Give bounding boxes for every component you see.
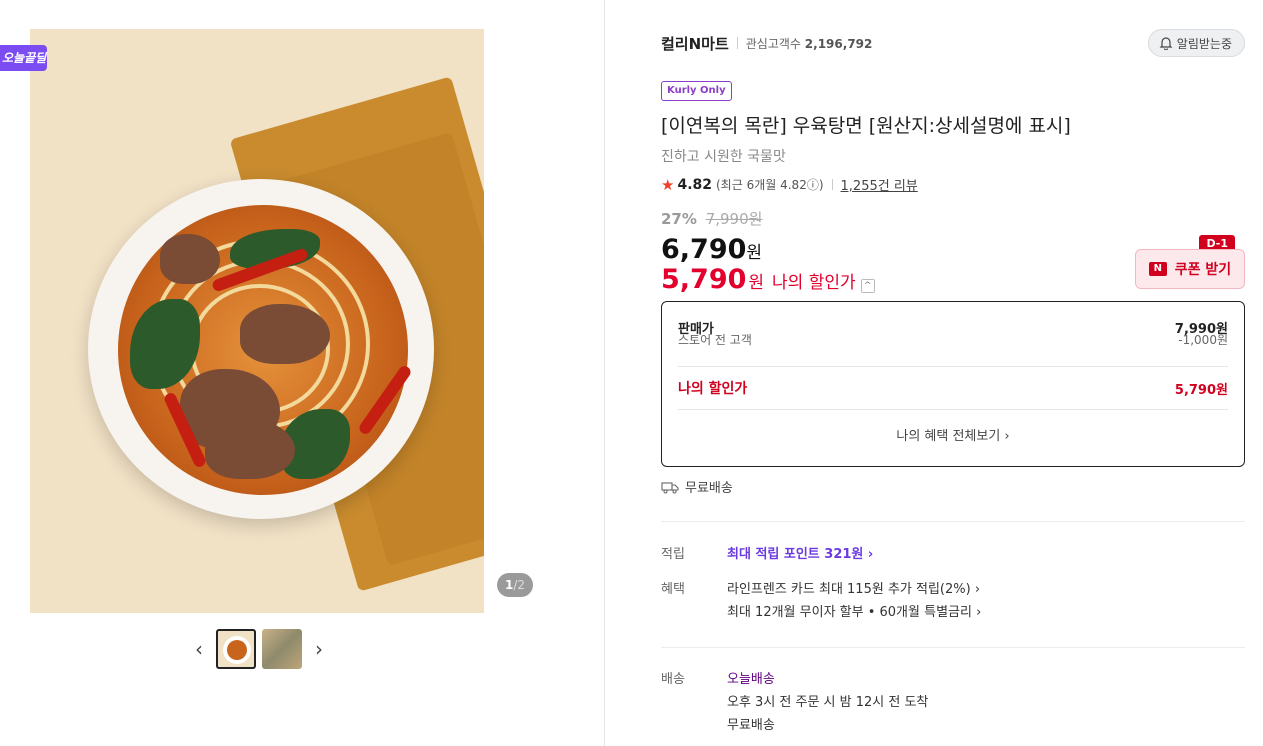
my-price: 5,790: [661, 264, 747, 295]
fan-number: 2,196,792: [804, 36, 873, 51]
view-all-benefits-link[interactable]: 나의 혜택 전체보기 ›: [678, 410, 1228, 458]
truck-icon: [661, 481, 679, 493]
store-discount-value: -1,000원: [1178, 332, 1228, 347]
store-discount-row: 스토어 전 고객 -1,000원: [678, 333, 1228, 347]
delivery-fee: 무료배송: [727, 718, 775, 733]
discount-row: 27% 7,990원: [661, 208, 762, 229]
my-price-row: 5,790 원 나의 할인가 ^: [661, 264, 875, 295]
discount-rate: 27%: [661, 210, 697, 228]
rating-row: ★ 4.82 (최근 6개월 4.82ⓘ) 1,255건 리뷰: [661, 175, 918, 195]
next-image-button[interactable]: ›: [308, 628, 330, 670]
thumbnail-strip: ‹ ›: [188, 628, 330, 670]
price-unit: 원: [746, 243, 763, 263]
original-price: 7,990원: [705, 210, 763, 228]
product-info: 컬리N마트 관심고객수 2,196,792 알림받는중 Kurly Only […: [661, 0, 1245, 746]
product-subtitle: 진하고 시원한 국물맛: [661, 149, 786, 165]
delivery-details: 오늘배송 오후 3시 전 주문 시 밤 12시 전 도착 무료배송: [727, 668, 928, 737]
thumb-broth: [227, 640, 247, 660]
store-row: 컬리N마트 관심고객수 2,196,792 알림받는중: [661, 29, 1245, 57]
bell-icon: [1159, 37, 1173, 50]
beef-slice: [160, 234, 220, 284]
kurly-only-badge: Kurly Only: [661, 81, 732, 101]
notify-button[interactable]: 알림받는중: [1147, 29, 1245, 57]
my-price-breakdown-row: 나의 할인가 5,790원: [678, 367, 1228, 409]
deal-tag: 오늘끝딜: [0, 45, 47, 71]
price-breakdown: 판매가 7,990원 스토어 전 고객 -1,000원 나의 할인가 5,790…: [661, 301, 1245, 467]
prev-image-button[interactable]: ‹: [188, 628, 210, 670]
product-main-image[interactable]: [30, 29, 484, 613]
rating-recent[interactable]: (최근 6개월 4.82ⓘ): [716, 176, 824, 193]
naver-n-icon: N: [1148, 262, 1167, 276]
beef-slice: [240, 304, 330, 364]
separator: [736, 37, 738, 49]
store-discount-label: 스토어 전 고객: [678, 332, 752, 347]
separator: [831, 179, 833, 190]
points-link[interactable]: 최대 적립 포인트 321원 ›: [727, 543, 873, 566]
delivery-label: 배송: [661, 672, 685, 687]
divider: [661, 521, 1245, 522]
store-name[interactable]: 컬리N마트: [661, 33, 729, 54]
delivery-row: 배송 오늘배송 오후 3시 전 주문 시 밤 12시 전 도착 무료배송: [661, 668, 928, 737]
collapse-toggle[interactable]: ^: [860, 279, 875, 293]
delivery-time: 오후 3시 전 주문 시 밤 12시 전 도착: [727, 695, 929, 710]
thumbnail-2[interactable]: [262, 629, 302, 669]
fan-count: 관심고객수 2,196,792: [746, 35, 873, 52]
product-gallery: 오늘끝딜 1/2 ‹ ›: [0, 0, 604, 746]
points-label: 적립: [661, 547, 685, 562]
star-icon: ★: [661, 175, 675, 194]
beef-slice: [205, 419, 295, 479]
price: 6,790: [661, 234, 747, 265]
free-shipping: 무료배송: [661, 477, 733, 496]
delivery-title: 오늘배송: [727, 672, 775, 687]
price-row: 6,790원: [661, 234, 762, 265]
coupon-label: 쿠폰 받기: [1174, 262, 1232, 278]
page-total: /2: [513, 578, 526, 592]
benefit-card-link[interactable]: 라인프렌즈 카드 최대 115원 추가 적립(2%) ›: [727, 578, 981, 601]
benefit-installment-link[interactable]: 최대 12개월 무이자 할부 • 60개월 특별금리 ›: [727, 601, 981, 624]
fan-label: 관심고객수: [745, 36, 801, 51]
divider: [661, 647, 1245, 648]
product-title: [이연복의 목란] 우육탕면 [원산지:상세설명에 표시]: [661, 115, 1071, 137]
benefits-label: 혜택: [661, 582, 685, 597]
free-shipping-label: 무료배송: [685, 481, 733, 496]
benefits-list: 라인프렌즈 카드 최대 115원 추가 적립(2%) › 최대 12개월 무이자…: [727, 578, 981, 624]
points-row: 적립 최대 적립 포인트 321원 ›: [661, 543, 873, 566]
reviews-link[interactable]: 1,255건 리뷰: [841, 175, 918, 194]
image-page-indicator: 1/2: [497, 573, 533, 597]
column-divider: [604, 0, 605, 746]
thumbnail-1[interactable]: [216, 629, 256, 669]
notify-label: 알림받는중: [1176, 36, 1232, 51]
rating-value: 4.82: [677, 176, 712, 193]
my-price-breakdown-value: 5,790원: [1174, 382, 1228, 398]
my-price-label: 나의 할인가: [772, 273, 856, 293]
benefits-row: 혜택 라인프렌즈 카드 최대 115원 추가 적립(2%) › 최대 12개월 …: [661, 578, 981, 624]
my-price-breakdown-label: 나의 할인가: [678, 381, 748, 397]
coupon-button[interactable]: N 쿠폰 받기: [1135, 249, 1245, 289]
my-price-unit: 원: [748, 273, 765, 293]
